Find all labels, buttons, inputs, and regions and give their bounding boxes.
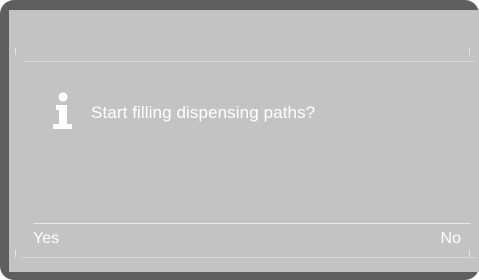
yes-button[interactable]: Yes xyxy=(33,230,59,248)
dialog-message: Start filling dispensing paths? xyxy=(91,103,316,122)
corner-tick xyxy=(15,48,16,55)
display-screen: Start filling dispensing paths? Yes No xyxy=(9,10,479,272)
corner-tick xyxy=(469,48,470,55)
top-guide-line xyxy=(24,61,474,62)
bottom-guide-line xyxy=(21,257,476,258)
no-button[interactable]: No xyxy=(441,230,461,248)
corner-tick xyxy=(469,250,470,257)
info-icon xyxy=(53,92,72,129)
corner-tick xyxy=(15,250,16,257)
softkey-divider xyxy=(34,223,470,224)
